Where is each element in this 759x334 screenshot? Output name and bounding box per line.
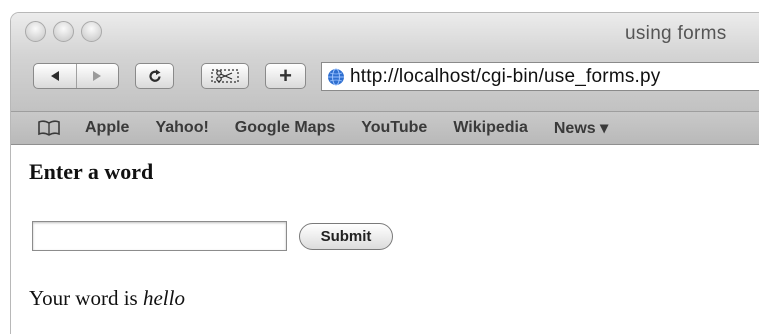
- result-text: Your word is hello: [29, 286, 185, 311]
- browser-window: using forms + http://localhost/cgi-bin/u…: [10, 12, 759, 334]
- toolbar: + http://localhost/cgi-bin/use_forms.py: [11, 55, 759, 112]
- add-bookmark-button[interactable]: +: [265, 63, 306, 89]
- url-text: http://localhost/cgi-bin/use_forms.py: [350, 65, 661, 87]
- zoom-window-button[interactable]: [81, 21, 102, 42]
- back-button[interactable]: [34, 64, 77, 88]
- close-window-button[interactable]: [25, 21, 46, 42]
- bookmark-wikipedia[interactable]: Wikipedia: [453, 119, 528, 137]
- web-clip-button[interactable]: [201, 63, 249, 89]
- bookmark-yahoo[interactable]: Yahoo!: [155, 119, 208, 137]
- back-arrow-icon: [50, 71, 59, 81]
- bookmark-google-maps[interactable]: Google Maps: [235, 119, 335, 137]
- page-heading: Enter a word: [29, 159, 154, 184]
- add-bookmark-icon: +: [279, 63, 292, 88]
- back-forward-buttons: [33, 63, 119, 89]
- result-word: hello: [142, 286, 185, 310]
- bookmark-apple[interactable]: Apple: [85, 119, 129, 137]
- result-prefix: Your word is: [29, 286, 143, 310]
- window-title: using forms: [625, 23, 727, 44]
- minimize-window-button[interactable]: [53, 21, 74, 42]
- word-input[interactable]: [32, 221, 287, 251]
- reload-icon: [148, 69, 161, 82]
- reload-button[interactable]: [135, 63, 174, 89]
- forward-arrow-icon: [93, 71, 102, 81]
- page-content: Enter a word Submit Your word is hello: [11, 145, 759, 334]
- bookmarks-book-icon[interactable]: [37, 120, 61, 136]
- submit-button[interactable]: Submit: [299, 223, 393, 250]
- forward-button[interactable]: [77, 64, 118, 88]
- globe-icon: [328, 68, 344, 85]
- web-clip-icon: [211, 69, 239, 83]
- window-controls: [25, 21, 102, 42]
- title-bar: using forms: [11, 13, 759, 55]
- bookmark-youtube[interactable]: YouTube: [361, 119, 427, 137]
- bookmark-news-menu[interactable]: News ▾: [554, 118, 608, 138]
- bookmarks-bar: Apple Yahoo! Google Maps YouTube Wikiped…: [11, 112, 759, 145]
- address-bar[interactable]: http://localhost/cgi-bin/use_forms.py: [321, 62, 759, 91]
